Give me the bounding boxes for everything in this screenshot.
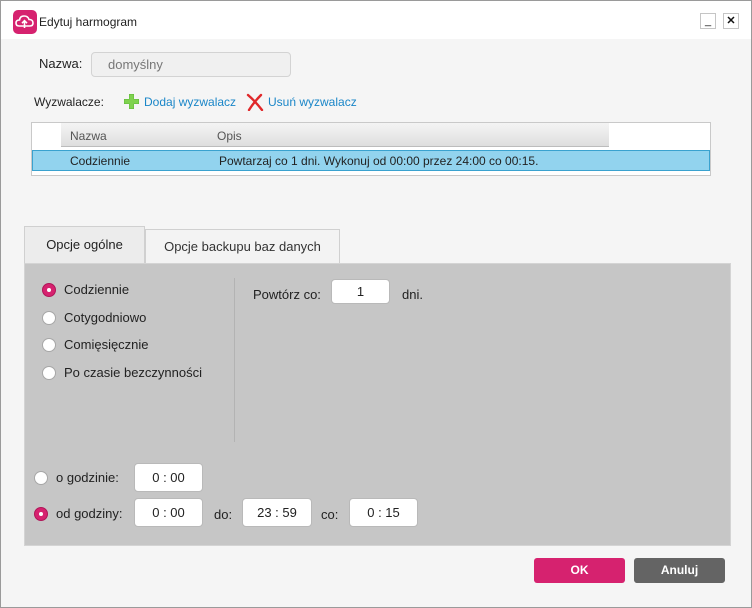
name-input[interactable]: domyślny <box>91 52 291 77</box>
table-row[interactable]: Codziennie Powtarzaj co 1 dni. Wykonuj o… <box>32 150 710 171</box>
to-label: do: <box>214 507 233 522</box>
radio-monthly[interactable]: Comięsięcznie <box>42 337 149 352</box>
radio-dot-at-time <box>34 470 48 485</box>
row-description: Powtarzaj co 1 dni. Wykonuj od 00:00 prz… <box>219 154 539 168</box>
row-name: Codziennie <box>70 154 131 168</box>
minimize-button[interactable]: _ <box>700 13 716 29</box>
radio-weekly-label: Cotygodniowo <box>64 310 147 325</box>
to-time-input[interactable]: 23 : 59 <box>242 498 312 527</box>
repeat-input[interactable]: 1 <box>331 279 390 304</box>
column-header-name[interactable]: Nazwa <box>70 129 107 143</box>
radio-dot-idle <box>42 365 56 380</box>
general-options-panel: Codziennie Cotygodniowo Comięsięcznie Po… <box>24 263 731 546</box>
radio-idle[interactable]: Po czasie bezczynności <box>42 365 202 380</box>
remove-trigger-label: Usuń wyzwalacz <box>268 95 357 109</box>
table-header: Nazwa Opis <box>61 123 609 147</box>
radio-from-time[interactable]: od godziny: <box>34 506 123 521</box>
remove-trigger-button[interactable]: Usuń wyzwalacz <box>246 93 357 111</box>
radio-daily[interactable]: Codziennie <box>42 282 129 297</box>
every-label: co: <box>321 507 339 522</box>
plus-icon <box>124 94 139 109</box>
repeat-unit: dni. <box>402 287 423 302</box>
radio-weekly[interactable]: Cotygodniowo <box>42 310 146 325</box>
radio-at-time[interactable]: o godzinie: <box>34 470 119 485</box>
edit-schedule-window: Edytuj harmogram _ ✕ Nazwa: domyślny Wyz… <box>0 0 752 608</box>
repeat-label: Powtórz co: <box>253 287 321 302</box>
cloud-upload-icon <box>13 10 37 34</box>
delete-x-icon <box>246 93 264 111</box>
add-trigger-button[interactable]: Dodaj wyzwalacz <box>123 93 236 110</box>
from-time-label: od godziny: <box>56 506 123 521</box>
add-trigger-label: Dodaj wyzwalacz <box>144 94 237 109</box>
titlebar: Edytuj harmogram _ ✕ <box>1 1 751 39</box>
radio-dot-weekly <box>42 310 56 325</box>
close-button[interactable]: ✕ <box>723 13 739 29</box>
radio-daily-label: Codziennie <box>64 282 130 297</box>
at-time-input[interactable]: 0 : 00 <box>134 463 203 492</box>
panel-divider <box>234 278 235 442</box>
radio-dot-daily <box>42 282 56 297</box>
cancel-button[interactable]: Anuluj <box>634 558 725 583</box>
dialog-content: Nazwa: domyślny Wyzwalacze: Dodaj wyzwal… <box>5 39 747 605</box>
radio-monthly-label: Comięsięcznie <box>64 337 149 352</box>
name-label: Nazwa: <box>39 56 83 71</box>
every-time-input[interactable]: 0 : 15 <box>349 498 418 527</box>
tab-database-backup-options[interactable]: Opcje backupu baz danych <box>145 229 340 263</box>
radio-idle-label: Po czasie bezczynności <box>64 365 203 380</box>
triggers-table: Nazwa Opis Codziennie Powtarzaj co 1 dni… <box>31 122 711 176</box>
triggers-label: Wyzwalacze: <box>34 95 104 109</box>
window-title: Edytuj harmogram <box>39 15 138 29</box>
radio-dot-from-time <box>34 506 48 521</box>
tab-general-options[interactable]: Opcje ogólne <box>24 226 145 263</box>
at-time-label: o godzinie: <box>56 470 119 485</box>
ok-button[interactable]: OK <box>534 558 625 583</box>
radio-dot-monthly <box>42 337 56 352</box>
from-time-input[interactable]: 0 : 00 <box>134 498 203 527</box>
column-header-description[interactable]: Opis <box>217 129 242 143</box>
